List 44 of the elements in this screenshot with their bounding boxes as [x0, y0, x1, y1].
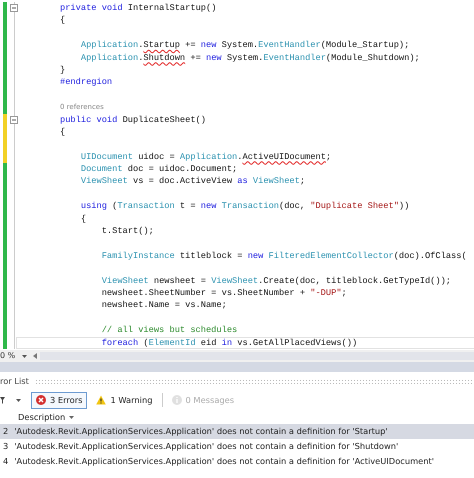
code-line: UIDocument uidoc = Application.ActiveUIDocument; [80, 150, 332, 164]
code-line: Document doc = uidoc.Document; [80, 163, 238, 176]
column-header[interactable]: Description [18, 410, 66, 424]
code-line: Application.Shutdown += new System.EventHandler(Module_Shutdown); [80, 52, 420, 64]
panel-title: ror List [0, 374, 29, 388]
code-line: { [60, 126, 66, 138]
error-description: 'Autodesk.Revit.ApplicationServices.Application' does not contain a definition for 'Shutdown' [14, 440, 398, 453]
warning-icon [96, 395, 106, 405]
dropdown-caret-icon[interactable] [22, 354, 28, 358]
row-number: 3 [3, 440, 8, 453]
code-line: using (Transaction t = new Transaction(doc, "Duplicate Sheet")) [80, 200, 410, 213]
error-row[interactable]: 4 'Autodesk.Revit.ApplicationServices.Application' does not contain a definition for 'ActiveUIDocument' [0, 454, 474, 469]
collapse-icon[interactable] [10, 116, 18, 124]
code-line: FamilyInstance titleblock = new FilteredElementCollector(doc).OfClass( [100, 250, 467, 262]
zoom-level: 0 % [0, 350, 16, 362]
code-line: ViewSheet vs = doc.ActiveView as ViewSheet; [80, 175, 306, 188]
error-row[interactable]: 2 'Autodesk.Revit.ApplicationServices.Application' does not contain a definition for 'Startup' [0, 424, 474, 439]
info-icon [172, 395, 182, 405]
code-line: newsheet.Name = vs.Name; [100, 299, 227, 312]
code-line: private void InternalStartup() [60, 2, 216, 14]
code-line: } [60, 64, 66, 76]
row-number: 4 [3, 455, 8, 468]
filter-toggle-button[interactable]: 3 Errors [31, 392, 88, 408]
code-line: foreach (ElementId eid in vs.GetAllPlacedViews()) [100, 338, 358, 348]
filter-icon[interactable] [0, 396, 5, 404]
error-description: 'Autodesk.Revit.ApplicationServices.Application' does not contain a definition for 'Startup' [14, 425, 388, 438]
code-line: ViewSheet newsheet = ViewSheet.Create(doc, titleblock.GetTypeId()); [100, 274, 452, 287]
scroll-left-icon[interactable] [33, 353, 38, 359]
sort-caret-icon[interactable] [69, 416, 74, 418]
error-icon [36, 395, 46, 405]
code-line: #endregion [60, 76, 112, 89]
code-line: public void DuplicateSheet() [60, 114, 206, 126]
row-number: 2 [3, 425, 8, 438]
code-line: newsheet.SheetNumber = vs.SheetNumber + "-DUP"; [100, 286, 347, 300]
error-description: 'Autodesk.Revit.ApplicationServices.Application' does not contain a definition for 'ActiveUIDocument' [14, 455, 434, 468]
code-line: Application.Startup += new System.EventHandler(Module_Startup); [80, 39, 410, 52]
error-row[interactable]: 3 'Autodesk.Revit.ApplicationServices.Application' does not contain a definition for 'Shutdown' [0, 439, 474, 454]
code-line: // all views but schedules [100, 324, 238, 337]
code-line: { [60, 14, 66, 27]
code-line: { [80, 212, 86, 226]
dropdown-caret-icon[interactable] [16, 398, 21, 402]
code-line: t.Start(); [100, 225, 154, 238]
collapse-icon[interactable] [10, 4, 18, 12]
filter-toggle-button[interactable]: 1 Warning [91, 392, 158, 408]
